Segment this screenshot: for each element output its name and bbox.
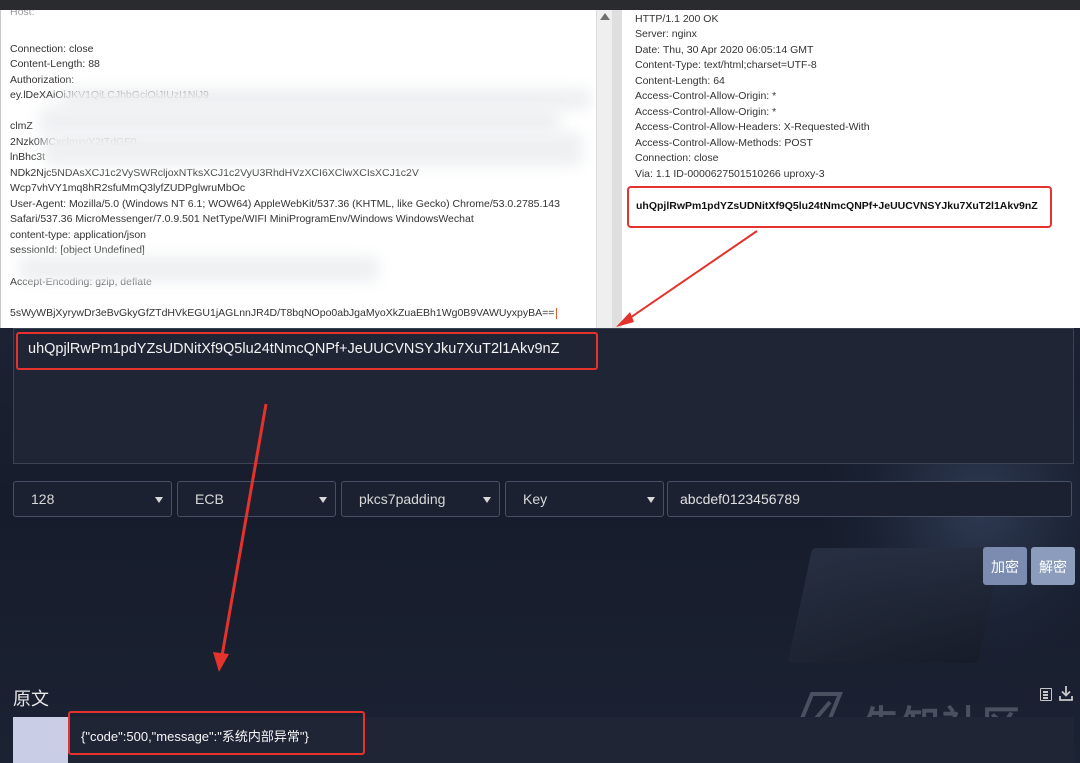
request-token-fragment: Wcp7vhVY1mq8hR2sfuMmQ3lyfZUDPglwruMbOc — [10, 182, 246, 194]
ciphertext-value: uhQpjlRwPm1pdYZsUDNitXf9Q5lu24tNmcQNPf+J… — [28, 341, 560, 357]
mode-value: ECB — [195, 491, 224, 507]
request-header-line: sessionId: [object Undefined] — [10, 244, 145, 256]
response-body-highlight: uhQpjlRwPm1pdYZsUDNitXf9Q5lu24tNmcQNPf+J… — [627, 186, 1052, 228]
encrypt-button[interactable]: 加密 — [983, 547, 1027, 585]
request-token-fragment: NDk2Njc5NDAsXCJ1c2VySWRcljoxNTksXCJ1c2Vy… — [10, 167, 419, 179]
ciphertext-highlight: uhQpjlRwPm1pdYZsUDNitXf9Q5lu24tNmcQNPf+J… — [16, 332, 598, 370]
request-scrollbar[interactable] — [596, 10, 613, 328]
response-panel[interactable]: HTTP/1.1 200 OK Server: nginx Date: Thu,… — [622, 10, 1080, 328]
chevron-down-icon — [155, 497, 163, 503]
chevron-down-icon — [483, 497, 491, 503]
key-size-value: 128 — [31, 491, 55, 507]
scroll-up-icon[interactable] — [600, 13, 610, 20]
request-token-fragment: clmZ — [10, 120, 33, 132]
mode-select[interactable]: ECB — [177, 481, 336, 517]
key-type-select[interactable]: Key — [505, 481, 664, 517]
redaction-blur — [39, 106, 559, 134]
response-header-line: Via: 1.1 ID-0000627501510266 uproxy-3 — [635, 168, 825, 180]
response-header-line: Access-Control-Allow-Methods: POST — [635, 137, 813, 149]
response-header-line: Access-Control-Allow-Origin: * — [635, 106, 777, 118]
chevron-down-icon — [647, 497, 655, 503]
chevron-down-icon — [319, 497, 327, 503]
key-size-select[interactable]: 128 — [13, 481, 172, 517]
key-input[interactable] — [667, 481, 1072, 517]
redaction-blur — [43, 132, 583, 166]
request-header-line: content-type: application/json — [10, 229, 147, 241]
download-icon[interactable] — [1059, 686, 1073, 701]
response-header-line: Content-Type: text/html;charset=UTF-8 — [635, 59, 817, 71]
plaintext-label: 原文 — [13, 689, 49, 709]
response-header-line: Connection: close — [635, 152, 719, 164]
response-header-line: Access-Control-Allow-Headers: X-Requeste… — [635, 121, 870, 133]
request-panel[interactable]: Host: Connection: close Content-Length: … — [0, 10, 613, 328]
response-header-line: HTTP/1.1 200 OK — [635, 13, 719, 25]
plaintext-gutter — [13, 717, 68, 763]
response-header-line: Date: Thu, 30 Apr 2020 06:05:14 GMT — [635, 44, 814, 56]
panel-divider — [612, 10, 622, 328]
response-header-line: Access-Control-Allow-Origin: * — [635, 90, 777, 102]
request-header-line: Content-Length: 88 — [10, 58, 100, 70]
padding-select[interactable]: pkcs7padding — [341, 481, 500, 517]
request-header-line: Authorization: — [10, 74, 75, 86]
request-header-line: Host: — [10, 10, 35, 18]
copy-icon[interactable] — [1040, 688, 1052, 701]
request-body-text: 5sWyWBjXyrywDr3eBvGkyGfZTdHVkEGU1jAGLnnJ… — [10, 307, 555, 319]
request-header-line: User-Agent: Mozilla/5.0 (Windows NT 6.1;… — [10, 198, 560, 210]
request-token-fragment: lnBhc3t — [10, 151, 46, 163]
background-laptop-image — [787, 548, 1003, 663]
redaction-blur — [19, 256, 379, 282]
plaintext-value: {"code":500,"message":"系统内部异常"} — [81, 729, 309, 744]
response-cipher-text: uhQpjlRwPm1pdYZsUDNitXf9Q5lu24tNmcQNPf+J… — [636, 200, 1038, 212]
request-header-line: Connection: close — [10, 43, 94, 55]
plaintext-highlight: {"code":500,"message":"系统内部异常"} — [68, 711, 365, 755]
text-cursor — [556, 307, 558, 319]
decrypt-button[interactable]: 解密 — [1031, 547, 1075, 585]
padding-value: pkcs7padding — [359, 491, 446, 507]
request-body-line: 5sWyWBjXyrywDr3eBvGkyGfZTdHVkEGU1jAGLnnJ… — [10, 307, 558, 319]
response-header-line: Content-Length: 64 — [635, 75, 725, 87]
request-header-line: Safari/537.36 MicroMessenger/7.0.9.501 N… — [10, 213, 474, 225]
key-type-value: Key — [523, 491, 548, 507]
response-header-line: Server: nginx — [635, 28, 697, 40]
